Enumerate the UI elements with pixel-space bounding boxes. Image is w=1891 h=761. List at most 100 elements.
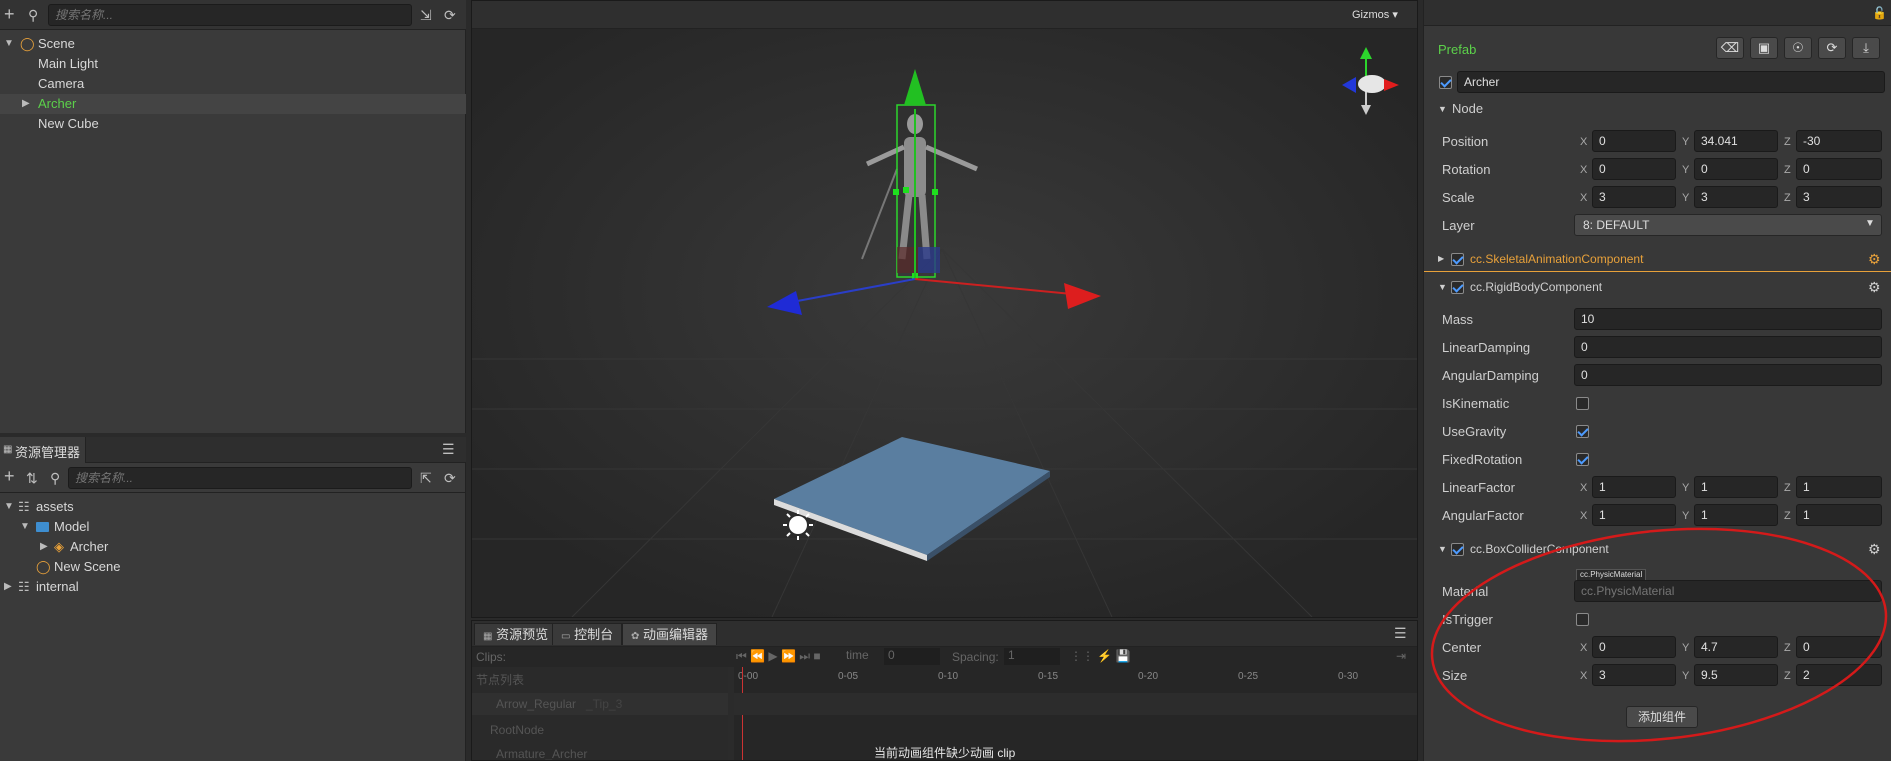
exit-icon[interactable]: ⇥: [1396, 649, 1406, 663]
scene-view[interactable]: Gizmos ▾: [471, 0, 1418, 618]
rigidbody-component-header[interactable]: ▼ cc.RigidBodyComponent ⚙: [1424, 274, 1891, 300]
expand-arrow-icon[interactable]: ▼: [20, 517, 30, 537]
expand-arrow-icon[interactable]: ▼: [4, 34, 14, 54]
gizmos-dropdown[interactable]: Gizmos ▾: [1352, 8, 1398, 21]
prefab-revert-button[interactable]: ⟳: [1818, 37, 1846, 59]
boxcollider-component-header[interactable]: ▼ cc.BoxColliderComponent ⚙: [1424, 536, 1891, 562]
fixed-rotation-checkbox[interactable]: [1576, 453, 1589, 466]
spacing-label: Spacing:: [952, 650, 999, 664]
expand-arrow-icon[interactable]: ▶: [22, 94, 30, 114]
time-input[interactable]: 0: [884, 648, 940, 665]
prefab-locate-button[interactable]: ☉: [1784, 37, 1812, 59]
center-z-field[interactable]: 0: [1796, 636, 1882, 658]
position-y-field[interactable]: 34.041: [1694, 130, 1778, 152]
add-icon[interactable]: +: [4, 5, 15, 23]
playback-controls-icon[interactable]: ⏮ ⏪ ▶ ⏩ ⏭ ■: [736, 649, 821, 664]
tree-item-new-scene[interactable]: ◯ New Scene: [0, 557, 466, 577]
hierarchy-search-input[interactable]: [48, 4, 412, 26]
tree-item-archer-asset[interactable]: ▶ ◈ Archer: [0, 537, 466, 557]
node-label[interactable]: Armature_Archer: [496, 747, 587, 760]
center-x-field[interactable]: 0: [1592, 636, 1676, 658]
database-icon: ☷: [18, 499, 30, 514]
refresh-icon[interactable]: ⟳: [444, 8, 456, 22]
sort-icon[interactable]: ⇅: [26, 471, 38, 485]
assets-search-input[interactable]: [68, 467, 412, 489]
assets-tab[interactable]: ▦ 资源管理器: [0, 437, 86, 463]
angular-factor-x-field[interactable]: 1: [1592, 504, 1676, 526]
prefab-select-button[interactable]: ▣: [1750, 37, 1778, 59]
prefab-apply-button[interactable]: ⤓: [1852, 37, 1880, 59]
rigidbody-enabled-checkbox[interactable]: [1451, 281, 1464, 294]
tools-icon[interactable]: ⋮⋮ ⚡ 💾: [1070, 649, 1131, 663]
expand-arrow-icon[interactable]: ▶: [40, 537, 48, 557]
node-name-field[interactable]: Archer: [1457, 71, 1885, 93]
size-x-field[interactable]: 3: [1592, 664, 1676, 686]
tree-item-archer[interactable]: ▶ Archer: [0, 94, 466, 114]
tab-animation-editor[interactable]: ✿ 动画编辑器: [622, 623, 718, 645]
mass-field[interactable]: 10: [1574, 308, 1882, 330]
scene-canvas: [472, 29, 1417, 617]
angular-factor-y-field[interactable]: 1: [1694, 504, 1778, 526]
rotation-y-field[interactable]: 0: [1694, 158, 1778, 180]
scale-z-field[interactable]: 3: [1796, 186, 1882, 208]
tree-item-new-cube[interactable]: New Cube: [0, 114, 466, 134]
layer-select[interactable]: 8: DEFAULT ▼: [1574, 214, 1882, 236]
menu-icon[interactable]: ☰: [1394, 626, 1407, 640]
skeletal-enabled-checkbox[interactable]: [1451, 253, 1464, 266]
tab-console[interactable]: ▭ 控制台: [552, 623, 623, 645]
expand-icon[interactable]: ⇱: [420, 471, 432, 485]
is-trigger-checkbox[interactable]: [1576, 613, 1589, 626]
linear-damping-field[interactable]: 0: [1574, 336, 1882, 358]
node-row[interactable]: Arrow_Regular _Tip_3: [472, 693, 728, 715]
add-component-button[interactable]: 添加组件: [1626, 706, 1698, 728]
is-kinematic-checkbox[interactable]: [1576, 397, 1589, 410]
skeletal-component-header[interactable]: ▶ cc.SkeletalAnimationComponent ⚙: [1424, 246, 1891, 272]
timeline[interactable]: 0-00 0-05 0-10 0-15 0-20 0-25 0-30: [734, 667, 1417, 760]
angular-factor-z-field[interactable]: 1: [1796, 504, 1882, 526]
size-y-field[interactable]: 9.5: [1694, 664, 1778, 686]
tree-item-camera[interactable]: Camera: [0, 74, 466, 94]
expand-arrow-icon[interactable]: ▼: [4, 497, 14, 517]
position-x-field[interactable]: 0: [1592, 130, 1676, 152]
angular-damping-field[interactable]: 0: [1574, 364, 1882, 386]
layer-value: 8: DEFAULT: [1583, 218, 1650, 232]
menu-icon[interactable]: ☰: [442, 442, 455, 456]
tree-item-assets[interactable]: ▼ ☷ assets: [0, 497, 466, 517]
gear-icon[interactable]: ⚙: [1868, 274, 1881, 300]
node-section-header[interactable]: ▼ Node: [1424, 96, 1891, 122]
rotation-x-field[interactable]: 0: [1592, 158, 1676, 180]
linear-factor-z-field[interactable]: 1: [1796, 476, 1882, 498]
scale-y-field[interactable]: 3: [1694, 186, 1778, 208]
rotation-z-field[interactable]: 0: [1796, 158, 1882, 180]
gear-icon[interactable]: ⚙: [1868, 246, 1881, 272]
material-asset-field[interactable]: [1574, 580, 1882, 602]
use-gravity-checkbox[interactable]: [1576, 425, 1589, 438]
node-list: 节点列表 Arrow_Regular _Tip_3 RootNode Armat…: [472, 667, 728, 760]
tree-item-model[interactable]: ▼ Model: [0, 517, 466, 537]
collapse-icon[interactable]: ⇲: [420, 8, 432, 22]
spacing-input[interactable]: 1: [1004, 648, 1060, 665]
collapse-arrow-icon: ▼: [1438, 544, 1447, 554]
linear-factor-x-field[interactable]: 1: [1592, 476, 1676, 498]
linear-factor-y-field[interactable]: 1: [1694, 476, 1778, 498]
gear-icon[interactable]: ⚙: [1868, 536, 1881, 562]
tab-asset-preview[interactable]: ▦ 资源预览: [474, 623, 558, 645]
boxcollider-enabled-checkbox[interactable]: [1451, 543, 1464, 556]
expand-arrow-icon[interactable]: ▶: [4, 577, 12, 597]
position-z-field[interactable]: -30: [1796, 130, 1882, 152]
prefab-clear-button[interactable]: ⌫: [1716, 37, 1744, 59]
center-y-field[interactable]: 4.7: [1694, 636, 1778, 658]
add-icon[interactable]: +: [4, 467, 15, 485]
refresh-icon[interactable]: ⟳: [444, 471, 456, 485]
lock-icon[interactable]: 🔓: [1872, 6, 1887, 20]
tree-item-main-light[interactable]: Main Light: [0, 54, 466, 74]
rigidbody-component-name: cc.RigidBodyComponent: [1470, 280, 1603, 294]
size-z-field[interactable]: 2: [1796, 664, 1882, 686]
tree-item-scene[interactable]: ▼ ◯ Scene: [0, 34, 466, 54]
layer-label: Layer: [1442, 218, 1475, 233]
node-active-checkbox[interactable]: [1439, 76, 1452, 89]
node-label[interactable]: RootNode: [490, 723, 544, 737]
scale-label: Scale: [1442, 190, 1475, 205]
tree-item-internal[interactable]: ▶ ☷ internal: [0, 577, 466, 597]
scale-x-field[interactable]: 3: [1592, 186, 1676, 208]
